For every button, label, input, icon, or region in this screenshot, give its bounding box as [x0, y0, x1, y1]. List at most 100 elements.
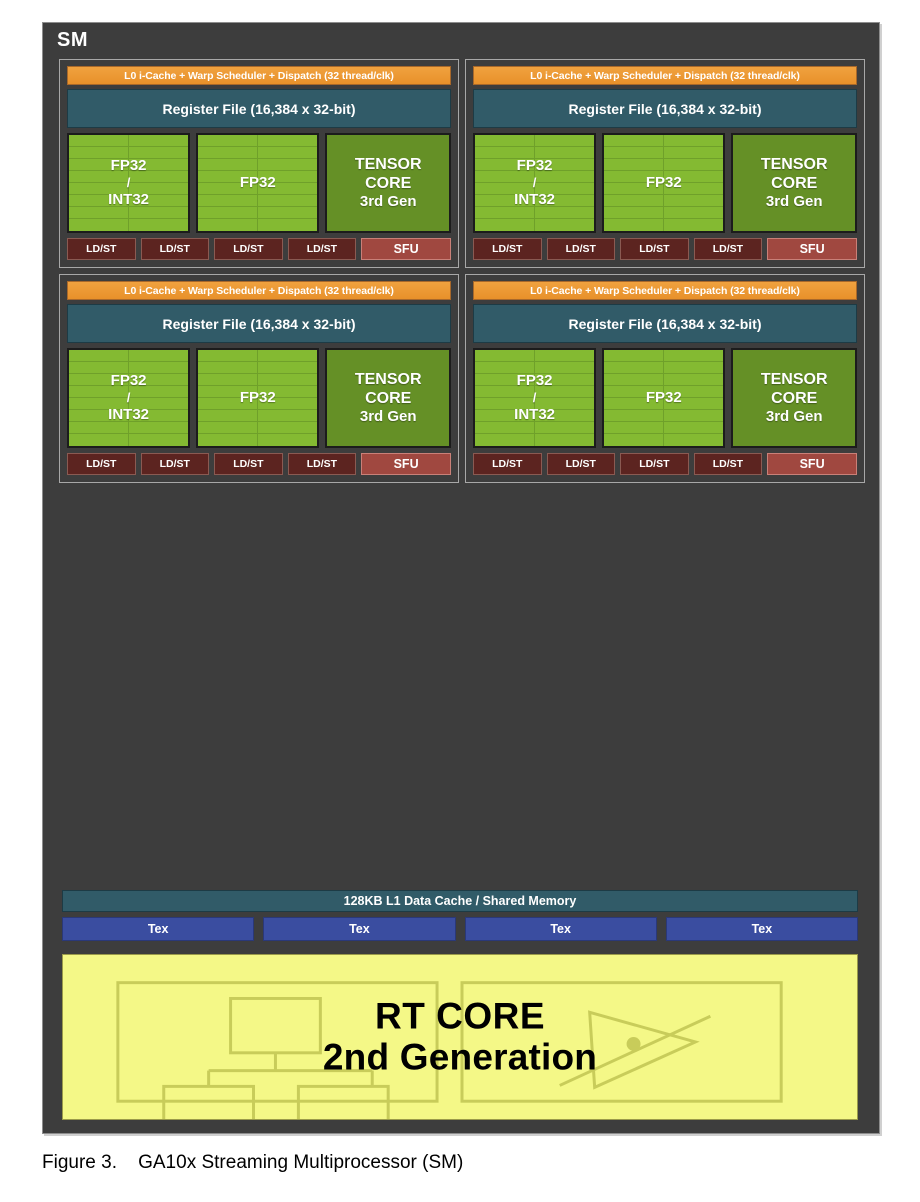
core-cell [198, 159, 258, 171]
processing-block-grid: L0 i-Cache + Warp Scheduler + Dispatch (… [59, 59, 865, 483]
rt-core-block: RT CORE 2nd Generation [62, 954, 858, 1120]
tensor-core-line3: 3rd Gen [765, 193, 823, 211]
register-file-block: Register File (16,384 x 32-bit) [473, 304, 857, 343]
core-cell [257, 135, 318, 147]
register-file-block: Register File (16,384 x 32-bit) [67, 89, 451, 128]
core-cell [663, 135, 724, 147]
core-cell [128, 195, 189, 207]
core-cell [198, 434, 258, 446]
core-cell [128, 171, 189, 183]
core-cell [534, 410, 595, 422]
core-cell [128, 135, 189, 147]
core-cell [128, 183, 189, 195]
core-cell [69, 422, 129, 434]
ldst-unit: LD/ST [693, 453, 763, 475]
core-cell [128, 410, 189, 422]
texture-unit: Tex [464, 917, 657, 941]
core-cell [129, 434, 189, 446]
core-cell [198, 422, 258, 434]
core-cell [664, 434, 724, 446]
core-cell [257, 195, 318, 207]
fp32-int32-block: FP32/INT32 [67, 133, 191, 233]
ldst-unit: LD/ST [693, 238, 763, 260]
tensor-core-line1: TENSOR [354, 370, 422, 388]
register-file-block: Register File (16,384 x 32-bit) [473, 89, 857, 128]
core-cell [663, 207, 724, 219]
core-cell [257, 362, 318, 374]
tensor-core-line2: CORE [365, 175, 412, 192]
fp32-block: FP32 [602, 133, 726, 233]
core-cell [475, 362, 535, 374]
core-cell [258, 434, 318, 446]
core-cell [128, 350, 189, 362]
tensor-core-label: TENSOR CORE 3rd Gen [733, 370, 855, 426]
core-cell [257, 159, 318, 171]
core-cell [663, 159, 724, 171]
core-cell [128, 374, 189, 386]
texture-unit-row: Tex Tex Tex Tex [62, 917, 858, 941]
ldst-unit: LD/ST [546, 453, 616, 475]
core-cell [69, 374, 129, 386]
tensor-core-block: TENSOR CORE 3rd Gen [325, 133, 451, 233]
tensor-core-line2: CORE [771, 175, 818, 192]
ldst-sfu-row: LD/ST LD/ST LD/ST LD/ST SFU [67, 238, 452, 260]
figure-page: SM L0 i-Cache + Warp Scheduler + Dispatc… [0, 0, 920, 1202]
tensor-core-block: TENSOR CORE 3rd Gen [731, 348, 857, 448]
core-cell [604, 183, 664, 195]
core-cell [534, 183, 595, 195]
tensor-core-block: TENSOR CORE 3rd Gen [731, 133, 857, 233]
core-cell [69, 147, 129, 159]
ldst-unit: LD/ST [67, 238, 136, 260]
core-cell [604, 434, 664, 446]
core-cell [257, 183, 318, 195]
core-cell [604, 362, 664, 374]
core-cell [475, 171, 535, 183]
core-cell [69, 135, 129, 147]
tensor-core-line1: TENSOR [760, 370, 828, 388]
core-columns: FP32/INT32 FP32 TENSOR CORE 3rd Gen [473, 348, 857, 448]
core-cell [69, 159, 129, 171]
ldst-sfu-row: LD/ST LD/ST LD/ST LD/ST SFU [67, 453, 452, 475]
figure-caption: Figure 3. GA10x Streaming Multiprocessor… [42, 1152, 463, 1174]
core-cell [69, 386, 129, 398]
warp-scheduler-dispatch-bar: L0 i-Cache + Warp Scheduler + Dispatch (… [473, 281, 857, 300]
fp32-block: FP32 [196, 133, 320, 233]
core-cell [604, 410, 664, 422]
ldst-unit: LD/ST [287, 238, 357, 260]
ldst-unit: LD/ST [473, 238, 542, 260]
core-cell [257, 171, 318, 183]
warp-scheduler-dispatch-bar: L0 i-Cache + Warp Scheduler + Dispatch (… [67, 66, 451, 85]
core-columns: FP32/INT32 FP32 TENSOR CORE 3rd Gen [473, 133, 857, 233]
core-cell [258, 219, 318, 231]
sfu-unit: SFU [361, 453, 452, 475]
ldst-unit: LD/ST [620, 238, 689, 260]
core-cell [475, 422, 535, 434]
figure-caption-title: GA10x Streaming Multiprocessor (SM) [138, 1152, 464, 1173]
core-cell [475, 195, 535, 207]
core-cell [475, 410, 535, 422]
ldst-unit: LD/ST [546, 238, 616, 260]
core-cell [128, 147, 189, 159]
core-cell [128, 398, 189, 410]
core-cell [534, 207, 595, 219]
ldst-sfu-row: LD/ST LD/ST LD/ST LD/ST SFU [473, 238, 858, 260]
core-cell [69, 171, 129, 183]
core-cell [257, 422, 318, 434]
figure-caption-label: Figure 3. [42, 1152, 117, 1173]
core-cell [604, 147, 664, 159]
core-cell [69, 350, 129, 362]
tensor-core-line3: 3rd Gen [765, 408, 823, 426]
core-cell [69, 398, 129, 410]
ldst-unit: LD/ST [620, 453, 689, 475]
core-cell [534, 386, 595, 398]
ldst-unit: LD/ST [140, 453, 210, 475]
core-cell [604, 219, 664, 231]
core-cell [257, 386, 318, 398]
core-cell [198, 219, 258, 231]
texture-unit: Tex [665, 917, 858, 941]
processing-block-4: L0 i-Cache + Warp Scheduler + Dispatch (… [465, 274, 865, 483]
core-cell [257, 147, 318, 159]
core-cell [475, 207, 535, 219]
core-cell [475, 350, 535, 362]
fp32-block: FP32 [196, 348, 320, 448]
